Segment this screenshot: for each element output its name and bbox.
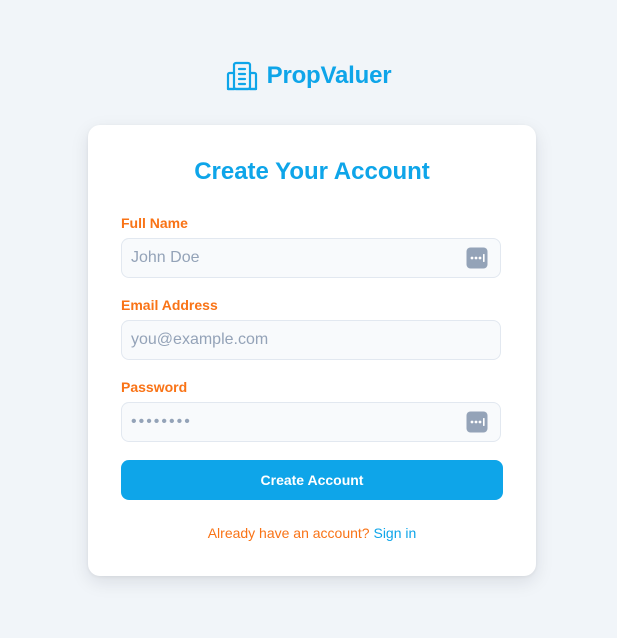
signin-prompt: Already have an account? Sign in	[88, 525, 536, 541]
password-label: Password	[121, 379, 188, 395]
brand-name: PropValuer	[266, 62, 392, 89]
password-manager-icon[interactable]	[466, 247, 488, 269]
password-manager-icon[interactable]	[466, 411, 488, 433]
signin-prompt-text: Already have an account?	[207, 525, 370, 541]
email-field[interactable]: you@example.com	[121, 320, 501, 360]
password-placeholder: ••••••••	[131, 413, 192, 430]
page-title: Create Your Account	[194, 158, 430, 185]
full-name-label: Full Name	[121, 215, 188, 231]
signup-card: Create Your Account Full Name John Doe E…	[88, 125, 536, 576]
email-placeholder: you@example.com	[131, 331, 269, 348]
full-name-field[interactable]: John Doe	[121, 238, 501, 278]
password-field[interactable]: ••••••••	[121, 402, 501, 442]
create-account-button[interactable]: Create Account	[121, 460, 503, 500]
full-name-placeholder: John Doe	[131, 249, 200, 266]
brand-header: PropValuer	[0, 60, 617, 92]
email-label: Email Address	[121, 297, 218, 313]
signin-link[interactable]: Sign in	[373, 525, 416, 541]
building-icon	[226, 61, 257, 91]
